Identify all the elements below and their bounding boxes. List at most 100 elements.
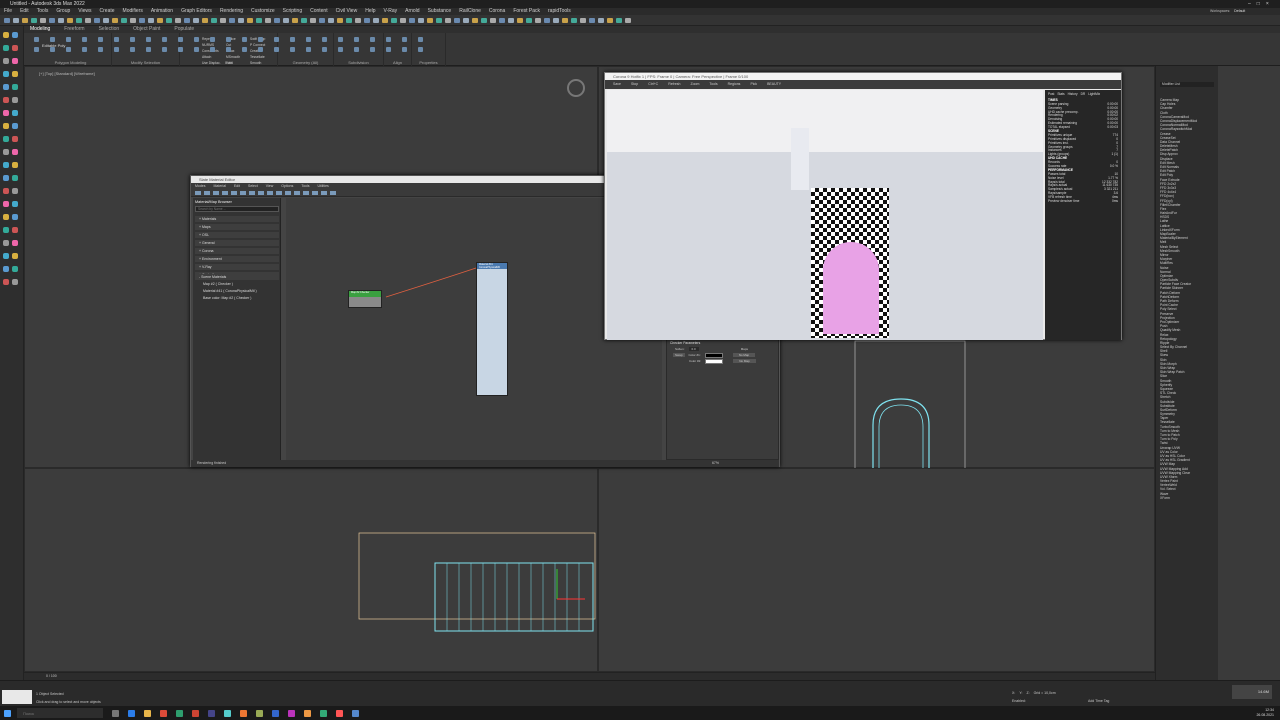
app-icon[interactable] [320, 709, 327, 717]
ribbon-icon[interactable] [370, 37, 375, 42]
left-tool-icon[interactable] [3, 266, 9, 272]
slate-tool-icon[interactable] [204, 191, 210, 195]
ribbon-icon[interactable] [306, 47, 311, 52]
toolbar-icon[interactable] [148, 18, 154, 23]
3dsmax-icon[interactable] [224, 709, 231, 717]
toolbar-icon[interactable] [517, 18, 523, 23]
slate-tool-icon[interactable] [330, 191, 336, 195]
toolbar-icon[interactable] [265, 18, 271, 23]
toolbar-icon[interactable] [355, 18, 361, 23]
ribbon-icon[interactable] [370, 47, 375, 52]
toolbar-icon[interactable] [76, 18, 82, 23]
left-tool-icon[interactable] [3, 45, 9, 51]
toolbar-icon[interactable] [310, 18, 316, 23]
ribbon-tab-selection[interactable]: Selection [99, 26, 120, 33]
left-tool-icon[interactable] [12, 188, 18, 194]
toolbar-icon[interactable] [211, 18, 217, 23]
left-tool-icon[interactable] [12, 227, 18, 233]
toolbar-icon[interactable] [229, 18, 235, 23]
toolbar-icon[interactable] [571, 18, 577, 23]
time-slider[interactable]: 0 / 100 [24, 672, 1155, 680]
vfb-stat-tab[interactable]: LightMix [1088, 92, 1100, 97]
toolbar-icon[interactable] [427, 18, 433, 23]
toolbar-icon[interactable] [49, 18, 55, 23]
ribbon-icon[interactable] [130, 37, 135, 42]
ribbon-icon[interactable] [338, 37, 343, 42]
close-button[interactable]: × [1266, 0, 1269, 8]
vfb-tool-save[interactable]: Save [613, 80, 621, 89]
toolbar-icon[interactable] [616, 18, 622, 23]
left-tool-icon[interactable] [3, 32, 9, 38]
ribbon-tab-modeling[interactable]: Modeling [30, 26, 50, 33]
vfb-tool-refresh[interactable]: Refresh [668, 80, 680, 89]
chrome-icon[interactable] [160, 709, 167, 717]
color1-swatch[interactable] [704, 352, 723, 358]
toolbar-icon[interactable] [589, 18, 595, 23]
ribbon-icon[interactable] [354, 47, 359, 52]
ribbon-icon[interactable] [322, 47, 327, 52]
ribbon-icon[interactable] [418, 37, 423, 42]
slate-tool-icon[interactable] [312, 191, 318, 195]
left-tool-icon[interactable] [3, 253, 9, 259]
toolbar-icon[interactable] [94, 18, 100, 23]
toolbar-icon[interactable] [544, 18, 550, 23]
maxscript-listener[interactable] [2, 690, 32, 704]
left-tool-icon[interactable] [3, 201, 9, 207]
vfb-tool-stop[interactable]: Stop [631, 80, 638, 89]
menu-item-help[interactable]: Help [365, 8, 375, 15]
menu-item-rendering[interactable]: Rendering [220, 8, 243, 15]
left-tool-icon[interactable] [3, 240, 9, 246]
toolbar-icon[interactable] [625, 18, 631, 23]
menu-item-animation[interactable]: Animation [151, 8, 173, 15]
toolbar-icon[interactable] [202, 18, 208, 23]
left-tool-icon[interactable] [12, 71, 18, 77]
app-icon[interactable] [208, 709, 215, 717]
browser-row[interactable]: + Corona [195, 248, 279, 254]
toolbar-icon[interactable] [103, 18, 109, 23]
toolbar-icon[interactable] [139, 18, 145, 23]
workspace-selector[interactable]: Workspaces: Default [1210, 9, 1245, 13]
menu-item-tools[interactable]: Tools [37, 8, 49, 15]
ribbon-icon[interactable] [114, 47, 119, 52]
toolbar-icon[interactable] [22, 18, 28, 23]
toolbar-icon[interactable] [67, 18, 73, 23]
vfb-tool-beauty[interactable]: BEAUTY [767, 80, 781, 89]
left-tool-icon[interactable] [3, 175, 9, 181]
ribbon-icon[interactable] [50, 47, 55, 52]
ribbon-icon[interactable] [402, 37, 407, 42]
toolbar-icon[interactable] [580, 18, 586, 23]
slate-tool-icon[interactable] [213, 191, 219, 195]
ribbon-icon[interactable] [66, 47, 71, 52]
left-tool-icon[interactable] [3, 123, 9, 129]
vfb-tool-tools[interactable]: Tools [709, 80, 717, 89]
left-tool-icon[interactable] [12, 266, 18, 272]
windows-start-icon[interactable] [4, 709, 11, 717]
toolbar-icon[interactable] [607, 18, 613, 23]
toolbar-icon[interactable] [562, 18, 568, 23]
slate-tool-icon[interactable] [258, 191, 264, 195]
left-tool-icon[interactable] [3, 227, 9, 233]
left-tool-icon[interactable] [12, 175, 18, 181]
soften-input[interactable]: 0.0 [688, 346, 699, 351]
menu-item-file[interactable]: File [4, 8, 12, 15]
ribbon-icon[interactable] [354, 37, 359, 42]
ribbon-tab-populate[interactable]: Populate [174, 26, 194, 33]
left-tool-icon[interactable] [12, 97, 18, 103]
app-icon[interactable] [288, 709, 295, 717]
toolbar-icon[interactable] [13, 18, 19, 23]
toolbar-icon[interactable] [193, 18, 199, 23]
toolbar-icon[interactable] [31, 18, 37, 23]
menu-item-edit[interactable]: Edit [20, 8, 29, 15]
modifier-list-dropdown[interactable]: Modifier List [1160, 82, 1214, 87]
slate-tool-icon[interactable] [294, 191, 300, 195]
ribbon-icon[interactable] [114, 37, 119, 42]
coord-x[interactable]: X: [1012, 691, 1015, 695]
menu-item-forest-pack[interactable]: Forest Pack [513, 8, 540, 15]
vfb-tool-pick[interactable]: Pick [750, 80, 757, 89]
slate-tool-icon[interactable] [285, 191, 291, 195]
ribbon-icon[interactable] [194, 47, 199, 52]
color1-map-button[interactable]: No Map [732, 353, 756, 357]
ribbon-icon[interactable] [146, 37, 151, 42]
left-tool-icon[interactable] [3, 188, 9, 194]
browser-row[interactable]: - Scene Materials [195, 274, 279, 280]
